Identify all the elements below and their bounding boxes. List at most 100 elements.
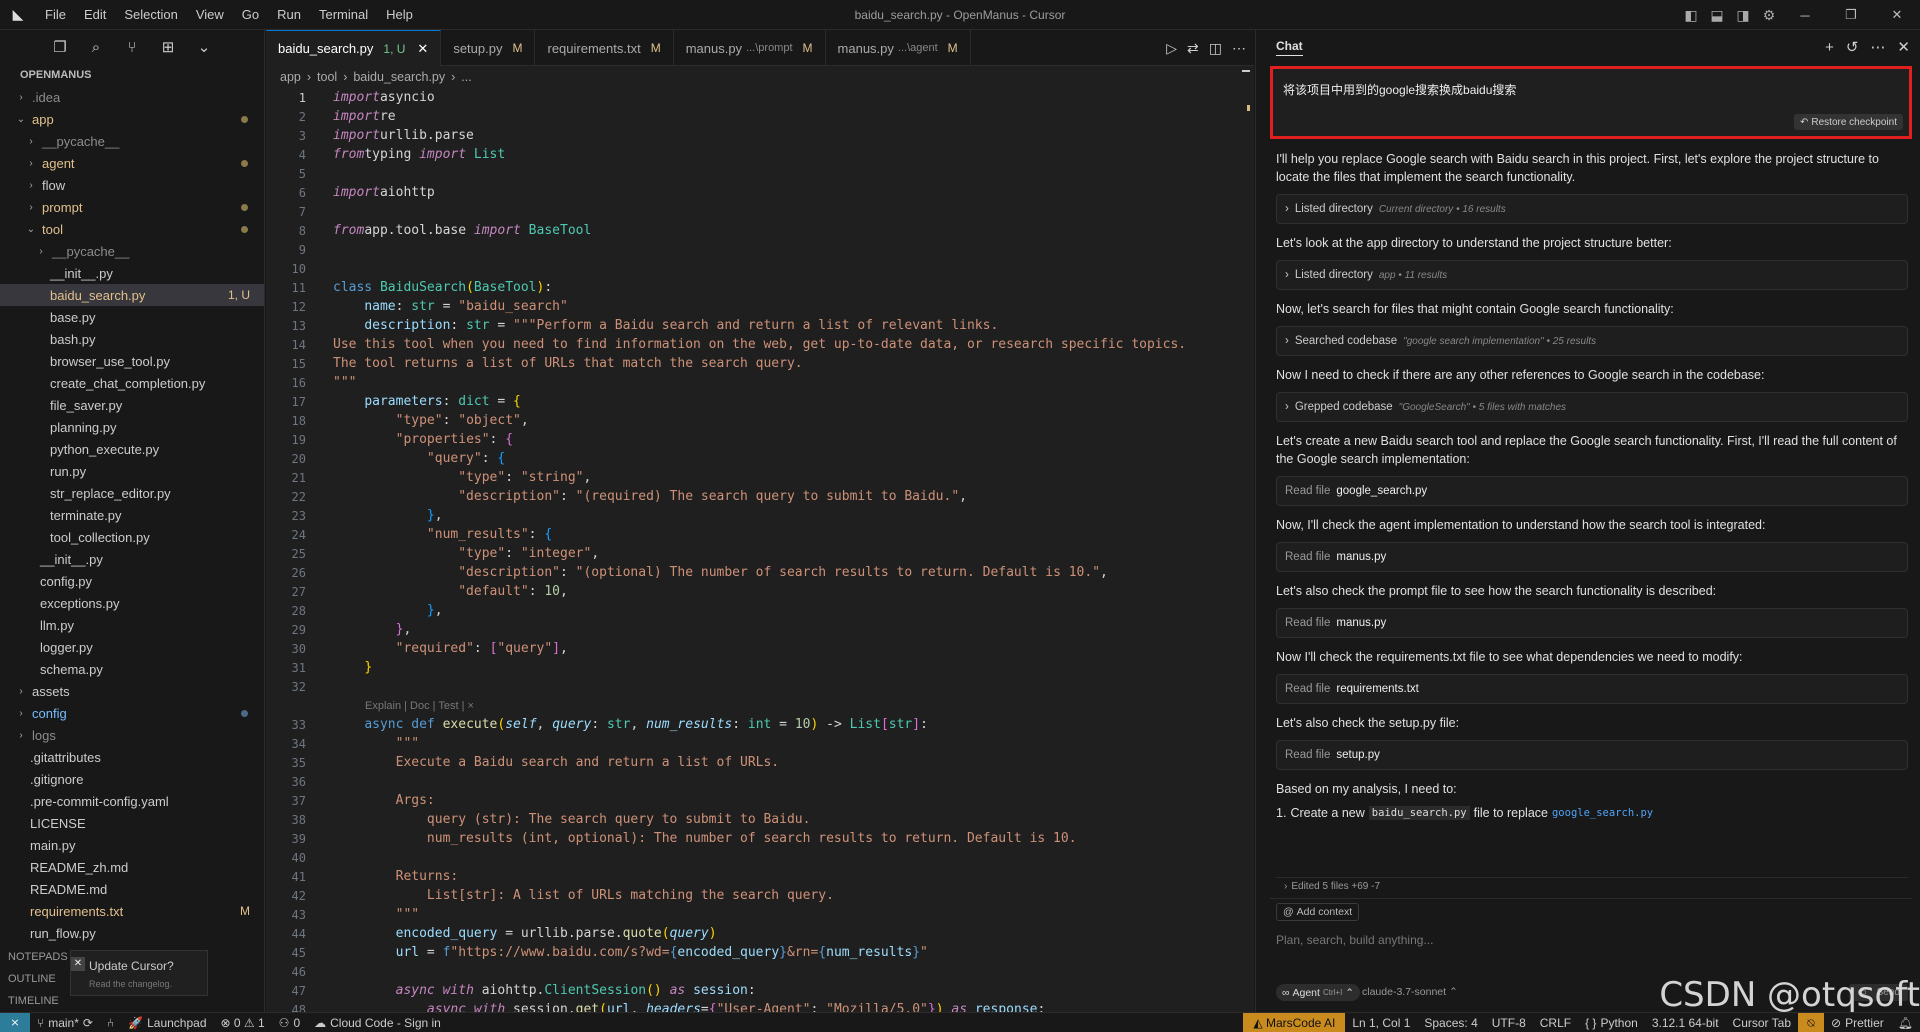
editor-tab[interactable]: requirements.txt M [535,30,674,66]
tree-folder[interactable]: › __pycache__ [0,130,264,152]
tree-file[interactable]: logger.py [0,636,264,658]
close-tab-icon[interactable]: ✕ [417,41,428,57]
section-timeline[interactable]: TIMELINE [0,990,70,1012]
search-icon[interactable]: ⌕ [85,39,107,56]
tree-file[interactable]: .pre-commit-config.yaml [0,790,264,812]
end-of-line[interactable]: CRLF [1533,1016,1578,1030]
minimize-button[interactable]: ─ [1782,8,1828,23]
notification-subtitle[interactable]: Read the changelog. [89,979,172,989]
menu-item-file[interactable]: File [36,7,75,22]
tool-call-card[interactable]: Read file manus.py [1276,542,1908,572]
menu-item-selection[interactable]: Selection [115,7,186,22]
tree-file[interactable]: schema.py [0,658,264,680]
menu-item-help[interactable]: Help [377,7,422,22]
marscode-ai-button[interactable]: ◭ MarsCode AI [1243,1013,1346,1032]
tree-file[interactable]: llm.py [0,614,264,636]
sync-icon[interactable]: ⟳ [83,1016,93,1030]
tree-folder[interactable]: › agent [0,152,264,174]
code-view[interactable]: 1 importasyncio 2 importre 3 importurllib.par… [266,88,1254,1017]
editor-tab[interactable]: setup.py M [441,30,536,66]
menu-item-view[interactable]: View [187,7,233,22]
menu-item-go[interactable]: Go [233,7,268,22]
chevron-down-icon[interactable]: ⌄ [193,38,215,56]
agent-mode-selector[interactable]: ∞ Agent Ctrl+I ⌃ [1276,984,1361,1001]
new-chat-icon[interactable]: + [1825,39,1834,56]
chat-tab[interactable]: Chat [1276,39,1303,56]
tree-file[interactable]: file_saver.py [0,394,264,416]
tree-file[interactable]: run_flow.py [0,922,264,944]
git-branch[interactable]: ⑂ main* ⟳ [30,1016,100,1030]
tool-call-card[interactable]: Read file requirements.txt [1276,674,1908,704]
tree-file[interactable]: __init__.py [0,548,264,570]
tree-file[interactable]: .gitignore [0,768,264,790]
explorer-icon[interactable]: ❐ [49,38,71,56]
tree-file[interactable]: .gitattributes [0,746,264,768]
ports-indicator[interactable]: ⚇ 0 [272,1016,307,1030]
file-link[interactable]: google_search.py [1552,807,1653,819]
notifications-off-icon[interactable]: ⍉ [1798,1013,1825,1032]
menu-item-run[interactable]: Run [268,7,310,22]
close-notification-icon[interactable]: ✕ [71,957,85,971]
restore-checkpoint-button[interactable]: ↶ Restore checkpoint [1794,114,1903,130]
tree-file[interactable]: base.py [0,306,264,328]
close-window-button[interactable]: ✕ [1874,7,1920,23]
codelens-actions[interactable]: Explain | Doc | Test | × [266,696,1254,715]
compare-icon[interactable]: ⇄ [1187,40,1199,57]
tree-file[interactable]: LICENSE [0,812,264,834]
editor-tab[interactable]: manus.py ...\prompt M [674,30,826,66]
tool-call-card[interactable]: › Searched codebase "google search impleme… [1276,326,1908,356]
tree-file[interactable]: browser_use_tool.py [0,350,264,372]
section-notepads[interactable]: NOTEPADS [0,946,70,968]
tree-file[interactable]: requirements.txt M [0,900,264,922]
editor-tab[interactable]: manus.py ...\agent M [826,30,971,66]
tool-call-card[interactable]: › Listed directory Current directory • 16 … [1276,194,1908,224]
breadcrumb-item[interactable]: app [280,70,301,84]
toggle-sidebar-icon[interactable]: ◧ [1678,7,1704,24]
extensions-icon[interactable]: ⊞ [157,38,179,56]
tree-file[interactable]: run.py [0,460,264,482]
indentation[interactable]: Spaces: 4 [1417,1016,1484,1030]
remote-indicator-icon[interactable]: ⨯ [0,1012,30,1032]
tool-call-card[interactable]: Read file google_search.py [1276,476,1908,506]
tree-folder[interactable]: › logs [0,724,264,746]
explorer-header[interactable]: OPENMANUS [0,64,264,86]
cloud-code-signin[interactable]: ☁ Cloud Code - Sign in [307,1016,448,1030]
settings-gear-icon[interactable]: ⚙ [1756,7,1782,24]
update-notification[interactable]: ✕ Update Cursor? Read the changelog. [70,950,208,996]
tree-folder[interactable]: › flow [0,174,264,196]
breadcrumb-item[interactable]: ... [461,70,471,84]
tree-file[interactable]: exceptions.py [0,592,264,614]
tree-folder[interactable]: ⌄ app [0,108,264,130]
tree-file[interactable]: README.md [0,878,264,900]
tree-file[interactable]: README_zh.md [0,856,264,878]
editor-tab[interactable]: baidu_search.py 1, U ✕ [266,30,442,66]
model-selector[interactable]: claude-3.7-sonnet ⌃ [1362,986,1458,998]
tree-folder[interactable]: › .idea [0,86,264,108]
add-context-button[interactable]: @ Add context [1276,903,1360,921]
prettier-status[interactable]: ⊘ Prettier [1824,1016,1891,1030]
tool-call-card[interactable]: Read file manus.py [1276,608,1908,638]
user-message[interactable]: 将该项目中用到的google搜索换成baidu搜索 ↶ Restore chec… [1270,66,1912,139]
breadcrumb-item[interactable]: baidu_search.py [353,70,445,84]
breadcrumb-item[interactable]: tool [317,70,337,84]
menu-item-edit[interactable]: Edit [75,7,115,22]
bell-icon[interactable]: 🔔︎ [1891,1016,1920,1030]
cursor-position[interactable]: Ln 1, Col 1 [1345,1016,1417,1030]
menu-item-terminal[interactable]: Terminal [310,7,377,22]
python-interpreter[interactable]: 3.12.1 64-bit [1645,1016,1726,1030]
problems-indicator[interactable]: ⊗ 0 ⚠ 1 [214,1016,272,1030]
toggle-panel-icon[interactable]: ⬓ [1704,7,1730,24]
chat-input[interactable]: Plan, search, build anything... [1276,933,1433,947]
tool-call-card[interactable]: › Grepped codebase "GoogleSearch" • 5 file… [1276,392,1908,422]
tool-call-card[interactable]: › Listed directory app • 11 results [1276,260,1908,290]
tree-file[interactable]: baidu_search.py 1, U [0,284,264,306]
tree-folder[interactable]: › assets [0,680,264,702]
tree-file[interactable]: config.py [0,570,264,592]
tool-call-card[interactable]: Read file setup.py [1276,740,1908,770]
tree-file[interactable]: str_replace_editor.py [0,482,264,504]
tree-file[interactable]: planning.py [0,416,264,438]
restore-button[interactable]: ❐ [1828,7,1874,23]
tree-file[interactable]: python_execute.py [0,438,264,460]
cursor-tab-toggle[interactable]: Cursor Tab [1726,1016,1798,1030]
tree-folder[interactable]: › __pycache__ [0,240,264,262]
